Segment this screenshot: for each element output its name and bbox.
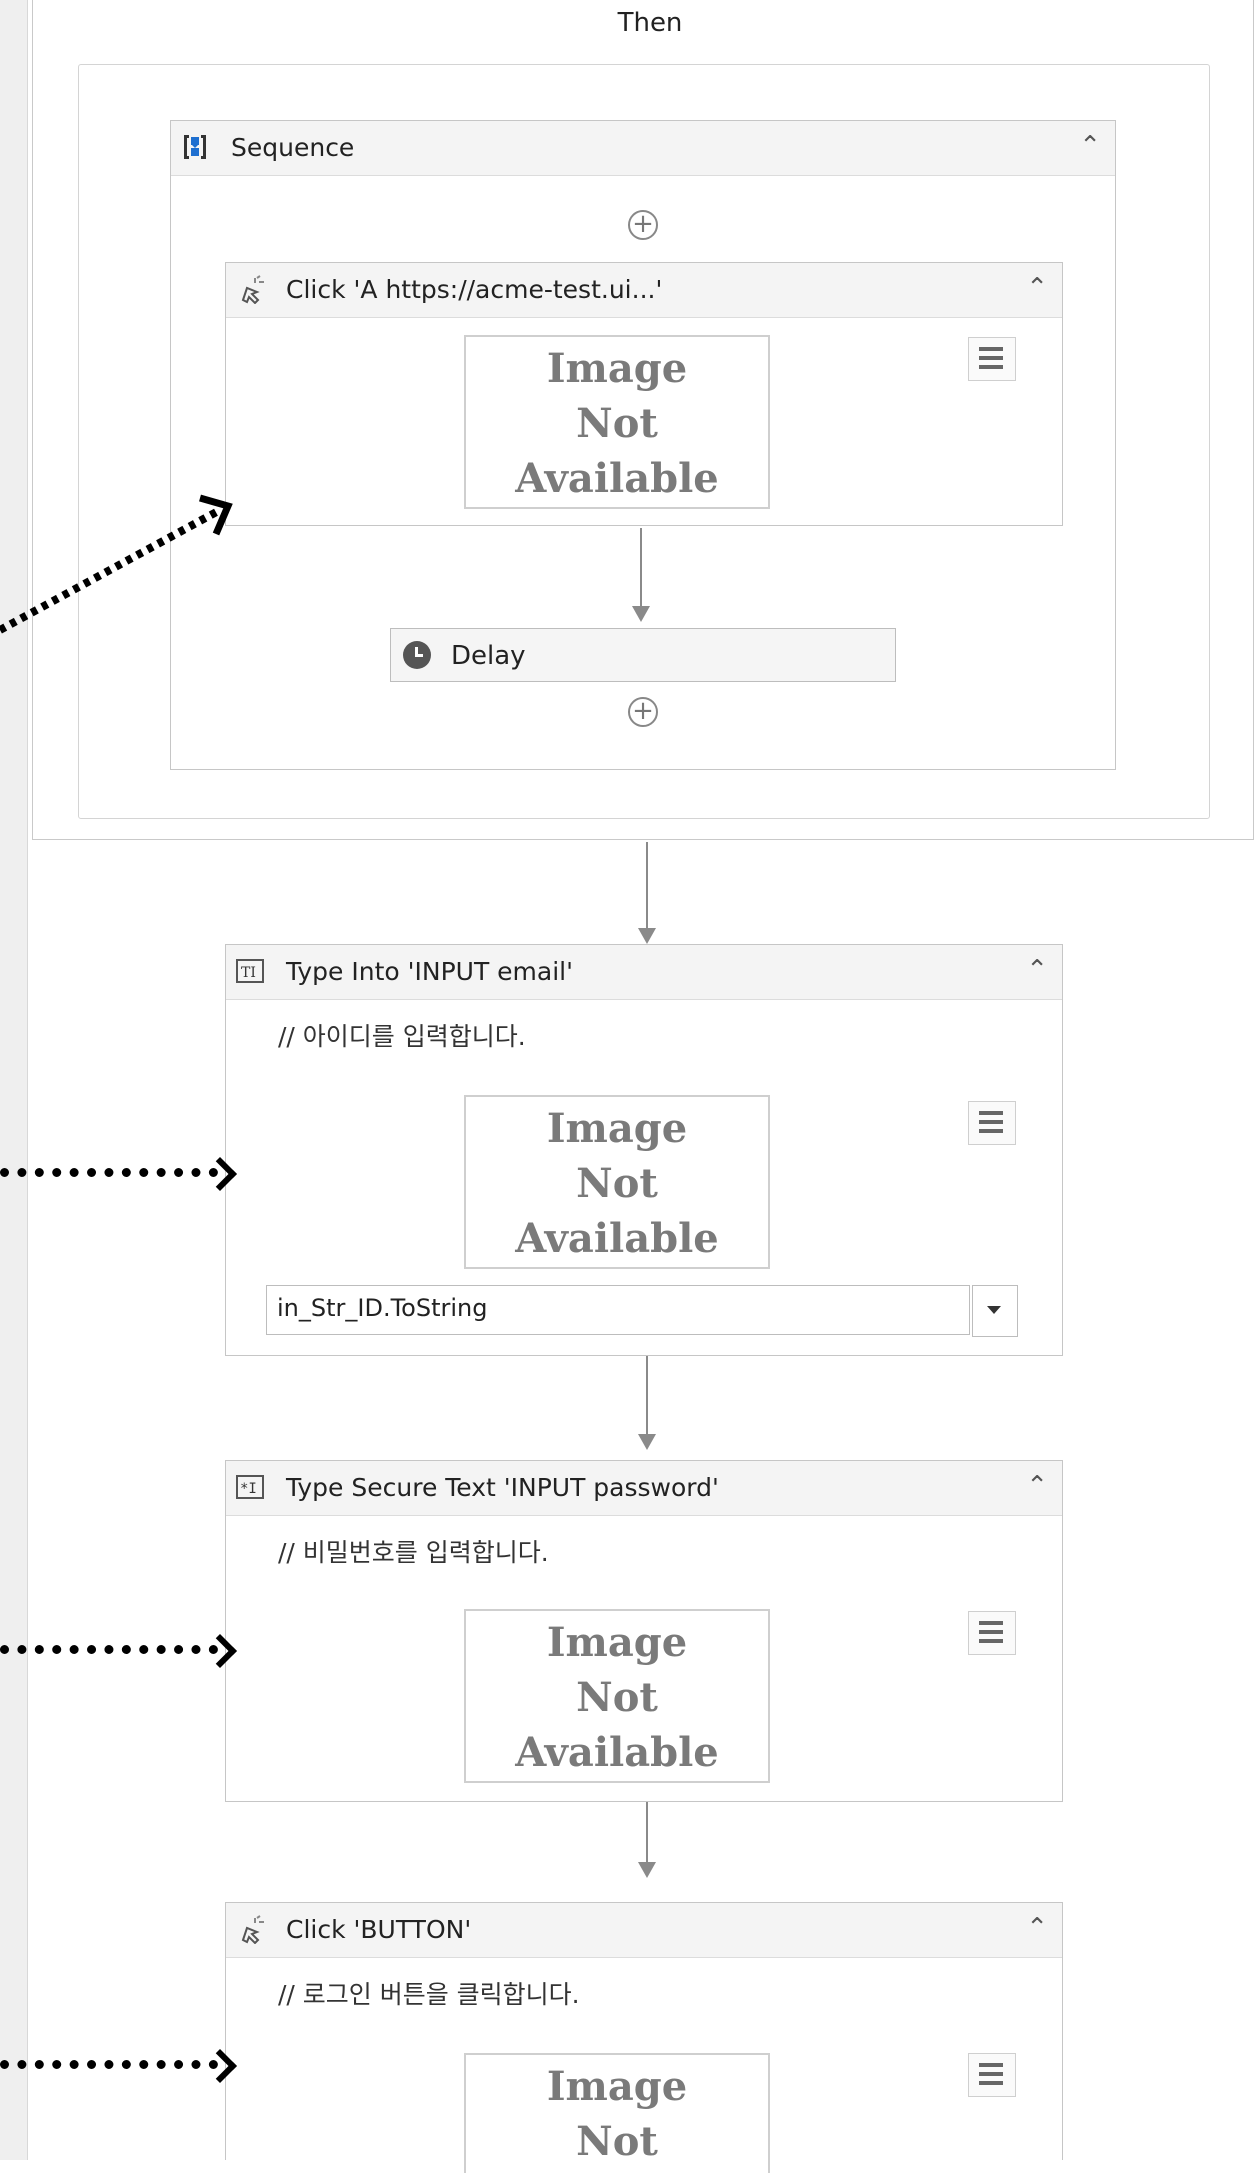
type-secure-icon: *I [234, 1472, 266, 1504]
click-button-comment: // 로그인 버튼을 클릭합니다. [278, 1980, 580, 2009]
double-chevron-up-icon[interactable]: ⌃ [1026, 1471, 1048, 1501]
connector-arrow [638, 1434, 656, 1450]
left-gutter [0, 0, 28, 2160]
connector-arrow [638, 1862, 656, 1878]
double-chevron-up-icon[interactable]: ⌃ [1026, 273, 1048, 303]
hamburger-menu-icon[interactable] [968, 2053, 1016, 2097]
connector-line [646, 1802, 648, 1864]
click-activity[interactable]: Click 'A https://acme-test.ui...' ⌃ Imag… [225, 262, 1063, 526]
type-secure-activity[interactable]: *I Type Secure Text 'INPUT password' ⌃ /… [225, 1460, 1063, 1802]
sequence-title: Sequence [231, 133, 355, 162]
hamburger-menu-icon[interactable] [968, 1101, 1016, 1145]
hamburger-menu-icon[interactable] [968, 337, 1016, 381]
click-button-header[interactable]: Click 'BUTTON' ⌃ [226, 1903, 1062, 1958]
sequence-header[interactable]: Sequence ⌃︎ [171, 121, 1115, 176]
hamburger-menu-icon[interactable] [968, 1611, 1016, 1655]
type-into-title: Type Into 'INPUT email' [286, 957, 573, 986]
sequence-icon [179, 132, 211, 164]
image-not-available: Image Not Available [464, 1095, 770, 1269]
type-into-activity[interactable]: TI Type Into 'INPUT email' ⌃ // 아이디를 입력합… [225, 944, 1063, 1356]
delay-label: Delay [451, 641, 526, 671]
click-icon [234, 274, 266, 306]
type-secure-comment: // 비밀번호를 입력합니다. [278, 1538, 549, 1567]
image-not-available: Image Not Available [464, 335, 770, 509]
double-chevron-up-icon[interactable]: ⌃ [1026, 1913, 1048, 1943]
type-into-comment: // 아이디를 입력합니다. [278, 1022, 526, 1051]
click-button-title: Click 'BUTTON' [286, 1915, 472, 1944]
connector-line [640, 528, 642, 608]
text-input-field[interactable]: in_Str_ID.ToString [266, 1285, 970, 1335]
click-button-activity[interactable]: Click 'BUTTON' ⌃ // 로그인 버튼을 클릭합니다. Image… [225, 1902, 1063, 2173]
connector-line [646, 842, 648, 930]
double-chevron-up-icon[interactable]: ⌃︎ [1079, 131, 1101, 161]
type-secure-header[interactable]: *I Type Secure Text 'INPUT password' ⌃ [226, 1461, 1062, 1516]
clock-icon [403, 641, 431, 669]
plus-circle-icon[interactable]: + [628, 210, 658, 240]
double-chevron-up-icon[interactable]: ⌃ [1026, 955, 1048, 985]
annotation-arrow-1 [0, 494, 233, 634]
delay-activity[interactable]: Delay [390, 628, 896, 682]
image-not-available: Image Not [464, 2053, 770, 2173]
type-into-icon: TI [234, 956, 266, 988]
annotation-arrow-4 [0, 2060, 218, 2069]
type-secure-title: Type Secure Text 'INPUT password' [286, 1473, 719, 1502]
annotation-arrow-2 [0, 1168, 218, 1177]
annotation-arrow-3 [0, 1645, 218, 1654]
svg-text:*I: *I [240, 1481, 257, 1497]
image-not-available: Image Not Available [464, 1609, 770, 1783]
connector-line [646, 1356, 648, 1436]
then-label: Then [617, 8, 683, 38]
type-into-header[interactable]: TI Type Into 'INPUT email' ⌃ [226, 945, 1062, 1000]
dropdown-arrow-icon[interactable] [972, 1285, 1018, 1337]
click-icon [234, 1914, 266, 1946]
svg-text:TI: TI [241, 965, 256, 981]
click-activity-header[interactable]: Click 'A https://acme-test.ui...' ⌃ [226, 263, 1062, 318]
plus-circle-icon[interactable]: + [628, 697, 658, 727]
connector-arrow [632, 606, 650, 622]
click-activity-title: Click 'A https://acme-test.ui...' [286, 275, 663, 304]
connector-arrow [638, 928, 656, 944]
